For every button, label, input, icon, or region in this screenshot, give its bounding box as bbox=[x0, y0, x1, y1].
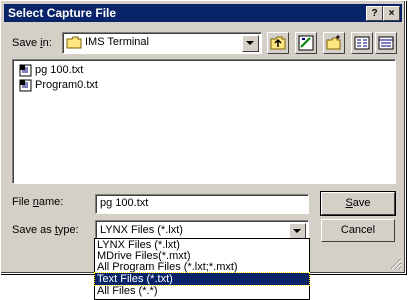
new-folder-button[interactable] bbox=[323, 32, 345, 54]
details-view-button[interactable] bbox=[375, 32, 397, 54]
save-in-combo[interactable]: IMS Terminal bbox=[62, 32, 262, 54]
help-button[interactable]: ? bbox=[366, 6, 383, 21]
cancel-button[interactable]: Cancel bbox=[321, 219, 395, 242]
save-as-type-label: Save as type: bbox=[12, 224, 79, 236]
save-as-type-value: LYNX Files (*.lxt) bbox=[100, 224, 183, 236]
save-in-label: Save in: bbox=[12, 37, 52, 49]
dropdown-option-selected[interactable]: Text Files (*.txt) bbox=[94, 272, 310, 286]
desktop-button[interactable] bbox=[295, 32, 317, 54]
file-name-value: pg 100.txt bbox=[100, 197, 149, 209]
chevron-down-icon bbox=[293, 229, 301, 233]
resize-grip-icon[interactable] bbox=[390, 258, 402, 270]
file-list[interactable]: pg 100.txt Program0.txt bbox=[12, 59, 396, 184]
chevron-down-icon bbox=[246, 41, 254, 45]
save-in-dropdown-button[interactable] bbox=[242, 35, 259, 52]
file-name: pg 100.txt bbox=[35, 64, 84, 76]
text-file-icon bbox=[19, 64, 32, 77]
file-name: Program0.txt bbox=[35, 79, 98, 91]
dialog-title: Select Capture File bbox=[8, 6, 117, 20]
file-name-label: File name: bbox=[12, 196, 64, 208]
list-view-icon bbox=[354, 36, 370, 50]
dropdown-option[interactable]: All Files (*.*) bbox=[95, 285, 309, 297]
list-view-button[interactable] bbox=[351, 32, 373, 54]
text-file-icon bbox=[19, 79, 32, 92]
new-folder-icon bbox=[326, 35, 341, 50]
save-in-value: IMS Terminal bbox=[85, 36, 149, 48]
select-capture-file-dialog: Select Capture File ? × Save in: IMS Ter… bbox=[0, 0, 406, 274]
folder-icon bbox=[66, 36, 82, 49]
up-one-level-icon bbox=[270, 36, 286, 50]
details-view-icon bbox=[378, 36, 394, 50]
desktop-icon bbox=[298, 35, 314, 51]
close-button[interactable]: × bbox=[383, 6, 400, 21]
dropdown-option[interactable]: All Program Files (*.lxt;*.mxt) bbox=[95, 261, 309, 273]
file-name-field[interactable]: pg 100.txt bbox=[95, 194, 309, 214]
save-button[interactable]: Save bbox=[320, 191, 396, 216]
save-as-type-dropdown-list[interactable]: LYNX Files (*.lxt) MDrive Files(*.mxt) A… bbox=[94, 238, 310, 300]
up-one-level-button[interactable] bbox=[267, 32, 289, 54]
title-bar[interactable]: Select Capture File ? × bbox=[4, 4, 402, 22]
